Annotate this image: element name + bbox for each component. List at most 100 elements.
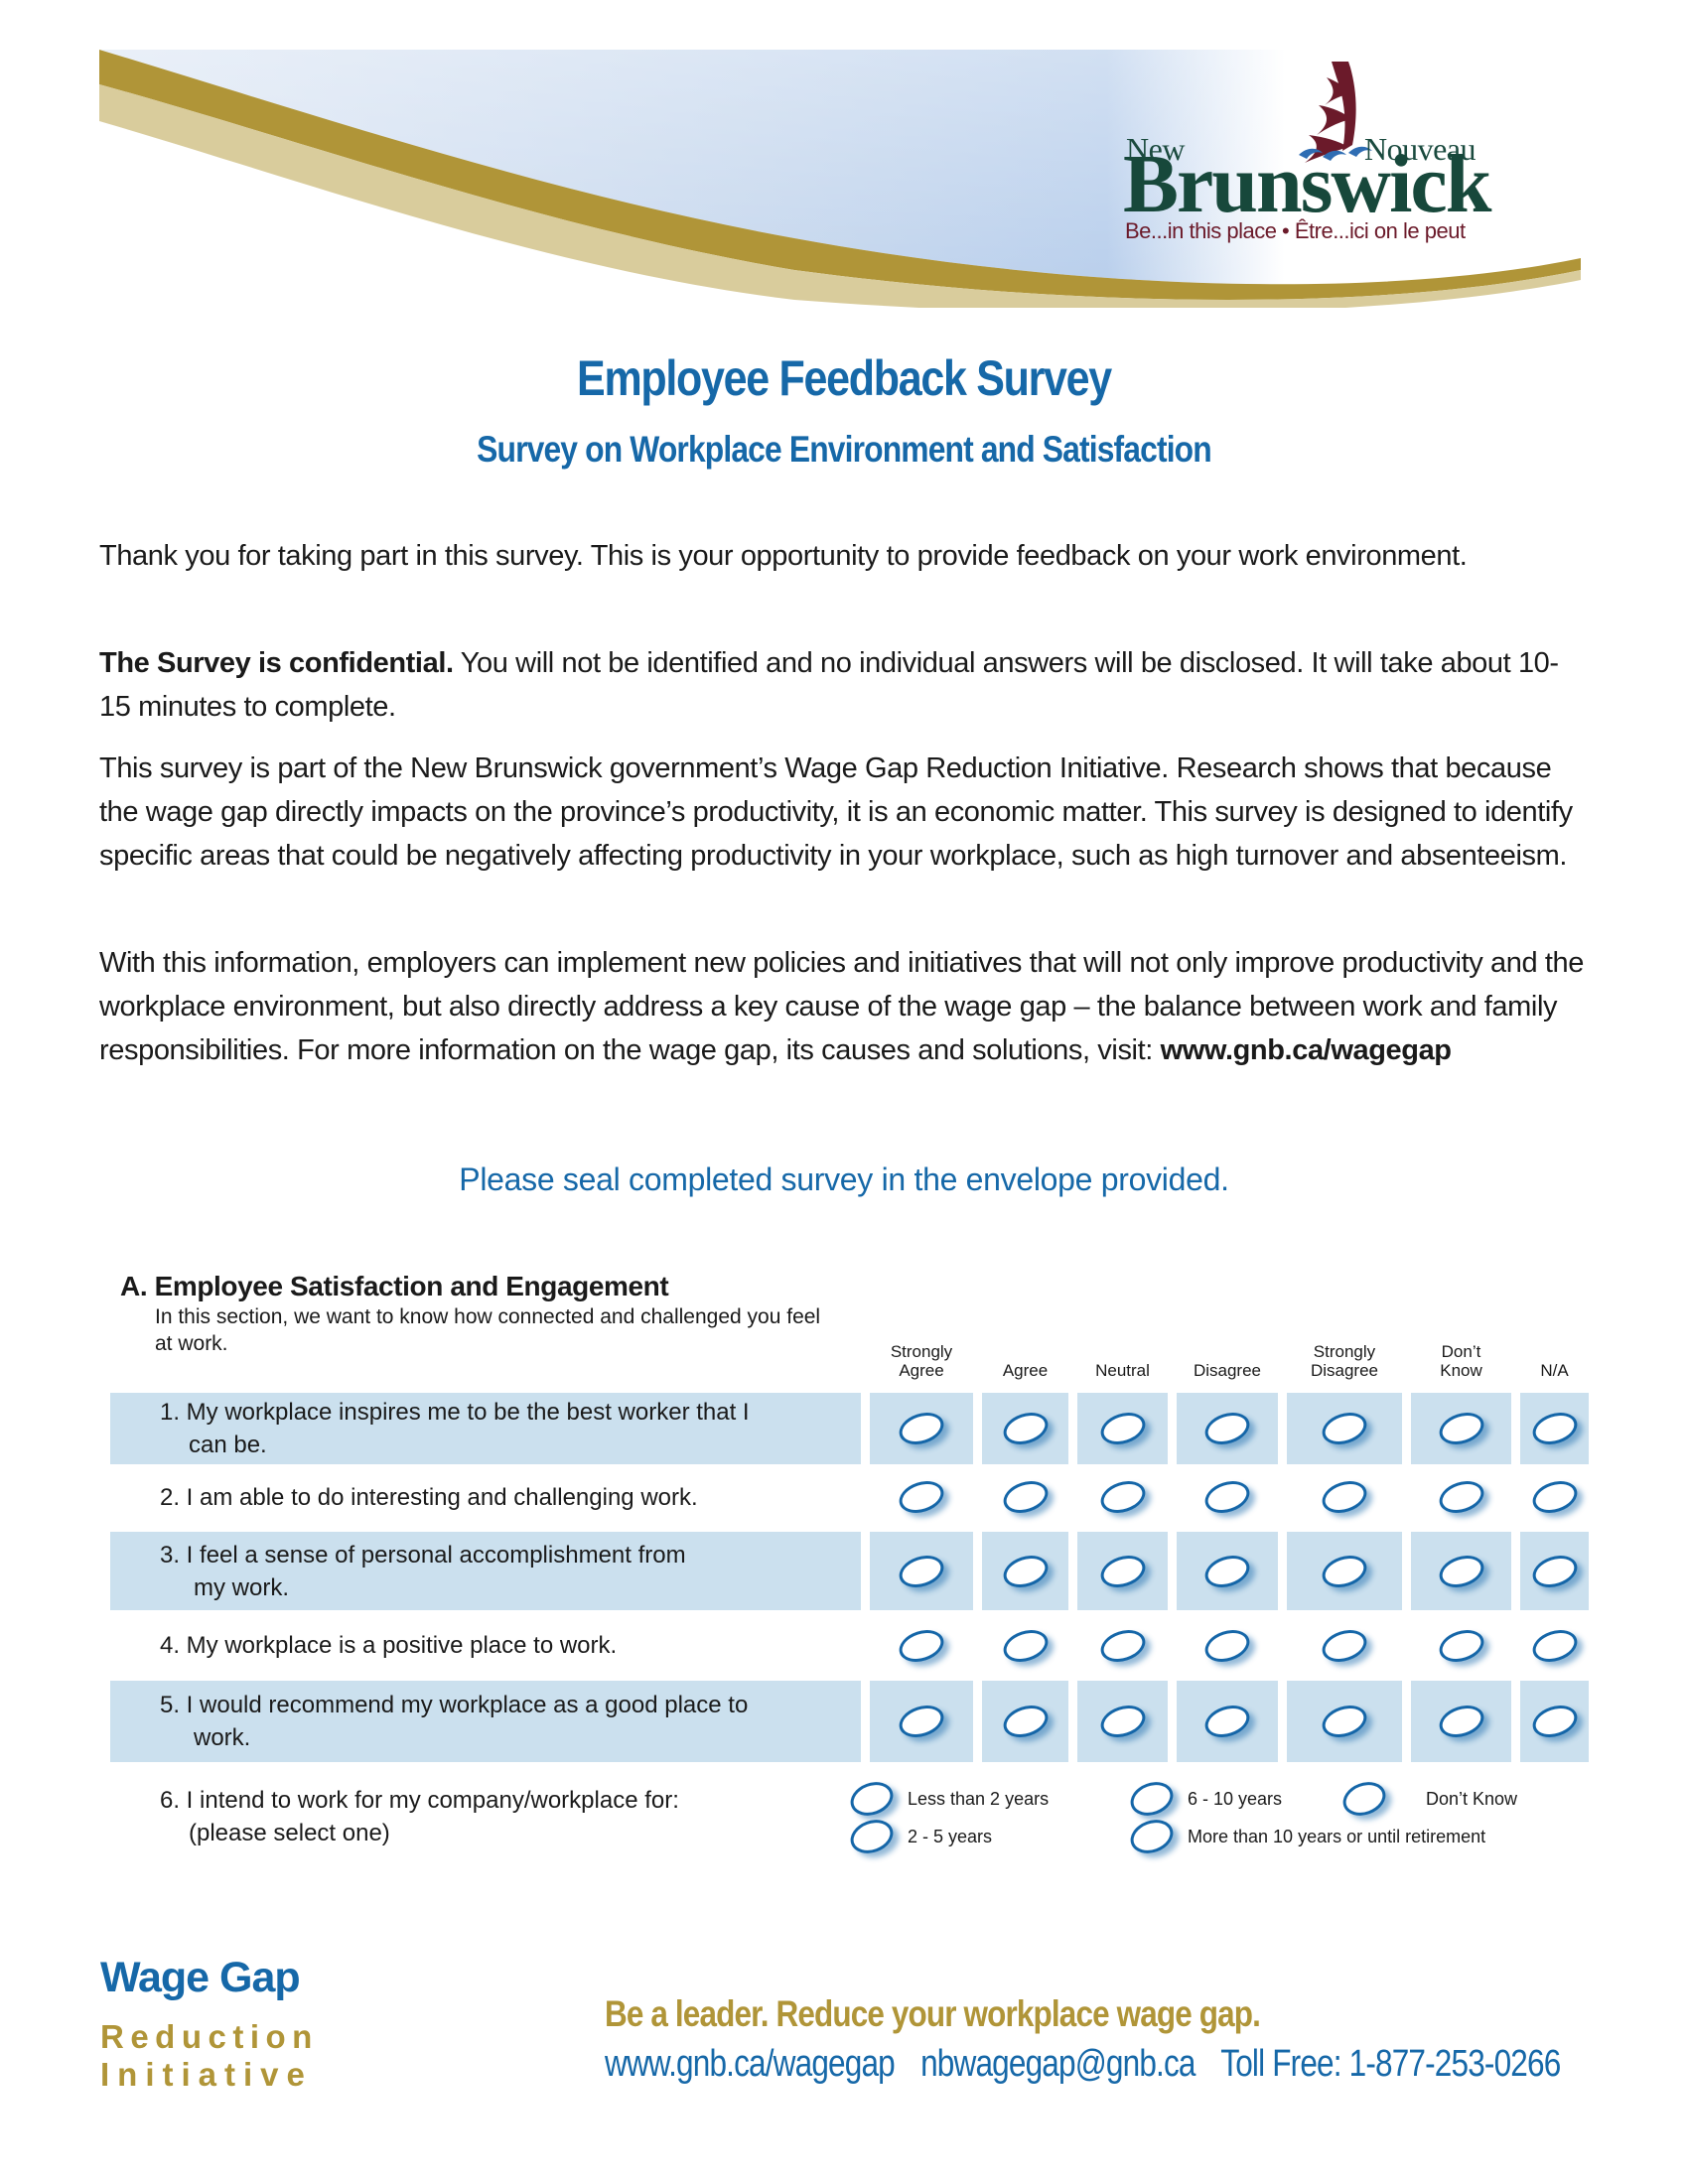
radio-oval[interactable]	[998, 1475, 1053, 1519]
q6-option-dont-know[interactable]: Don’t Know	[1337, 1776, 1518, 1822]
radio-oval[interactable]	[895, 1550, 948, 1592]
radio-oval[interactable]	[1318, 1700, 1371, 1743]
q5-option-cell[interactable]	[1177, 1681, 1278, 1762]
footer-phone: Toll Free: 1-877-253-0266	[1220, 2043, 1561, 2085]
radio-oval[interactable]	[1527, 1700, 1582, 1743]
q3-option-cell[interactable]	[1411, 1532, 1511, 1610]
question-text: 5. I would recommend my workplace as a g…	[160, 1692, 749, 1718]
q4-option-cell[interactable]	[1520, 1618, 1589, 1673]
q4-option-cell[interactable]	[982, 1618, 1068, 1673]
radio-oval[interactable]	[1434, 1550, 1488, 1592]
wage-gap-logo-title: Wage Gap	[100, 1954, 301, 2001]
radio-oval[interactable]	[1200, 1700, 1254, 1743]
radio-oval[interactable]	[1200, 1475, 1254, 1519]
q5-option-cell[interactable]	[1077, 1681, 1168, 1762]
q3-option-cell[interactable]	[1287, 1532, 1402, 1610]
q2-option-cell[interactable]	[1077, 1470, 1168, 1524]
radio-oval[interactable]	[1095, 1407, 1150, 1450]
wagegap-link[interactable]: www.gnb.ca/wagegap	[1161, 1034, 1452, 1066]
radio-oval[interactable]	[1125, 1776, 1179, 1822]
q1-option-cell[interactable]	[1177, 1393, 1278, 1464]
q5-option-cell[interactable]	[870, 1681, 973, 1762]
q6-option-6-10-years[interactable]: 6 - 10 years	[1125, 1776, 1282, 1822]
q1-option-cell[interactable]	[1520, 1393, 1589, 1464]
radio-oval[interactable]	[895, 1700, 948, 1743]
radio-oval[interactable]	[1434, 1624, 1488, 1667]
radio-oval[interactable]	[1337, 1776, 1391, 1822]
radio-oval[interactable]	[998, 1700, 1053, 1743]
radio-oval[interactable]	[895, 1407, 948, 1450]
radio-oval[interactable]	[1434, 1700, 1488, 1743]
column-header-line1: Don’t	[1441, 1342, 1481, 1361]
column-header: Strongly Agree	[860, 1320, 983, 1380]
column-header-line2: N/A	[1540, 1361, 1569, 1380]
q3-option-cell[interactable]	[1520, 1532, 1589, 1610]
radio-oval[interactable]	[1200, 1624, 1254, 1667]
radio-oval[interactable]	[895, 1624, 948, 1667]
radio-oval[interactable]	[1527, 1407, 1582, 1450]
radio-oval[interactable]	[1318, 1550, 1371, 1592]
q2-option-cell[interactable]	[1411, 1470, 1511, 1524]
radio-oval[interactable]	[1200, 1407, 1254, 1450]
q5-option-cell[interactable]	[1520, 1681, 1589, 1762]
q6-option-less-than-2-years[interactable]: Less than 2 years	[845, 1776, 1049, 1822]
q5-option-cell[interactable]	[982, 1681, 1068, 1762]
q4-option-cell[interactable]	[1077, 1618, 1168, 1673]
radio-oval[interactable]	[1434, 1407, 1488, 1450]
q3-option-cell[interactable]	[982, 1532, 1068, 1610]
radio-oval[interactable]	[998, 1550, 1053, 1592]
q6-option-more-than-10-years[interactable]: More than 10 years or until retirement	[1125, 1814, 1485, 1859]
question-text-continued: work.	[194, 1724, 251, 1751]
radio-oval[interactable]	[845, 1776, 899, 1822]
q2-option-cell[interactable]	[982, 1470, 1068, 1524]
q6-option-label: Don’t Know	[1426, 1788, 1518, 1809]
question-text: 3. I feel a sense of personal accomplish…	[160, 1541, 686, 1569]
radio-oval[interactable]	[1318, 1475, 1371, 1519]
q1-option-cell[interactable]	[982, 1393, 1068, 1464]
q3-option-cell[interactable]	[870, 1532, 973, 1610]
radio-oval[interactable]	[1434, 1475, 1488, 1519]
q1-option-cell[interactable]	[1287, 1393, 1402, 1464]
q4-option-cell[interactable]	[1177, 1618, 1278, 1673]
radio-oval[interactable]	[895, 1475, 948, 1519]
footer-website-link[interactable]: www.gnb.ca/wagegap	[605, 2043, 896, 2085]
new-brunswick-logo: New Nouveau Brunswick Be...in this place…	[1123, 60, 1580, 243]
radio-oval[interactable]	[1095, 1624, 1150, 1667]
q6-option-label: 2 - 5 years	[908, 1826, 993, 1846]
question-6-text: 6. I intend to work for my company/workp…	[160, 1787, 679, 1814]
q5-option-cell[interactable]	[1287, 1681, 1402, 1762]
radio-oval[interactable]	[1318, 1407, 1371, 1450]
q3-option-cell[interactable]	[1177, 1532, 1278, 1610]
radio-oval[interactable]	[1318, 1624, 1371, 1667]
radio-oval[interactable]	[1095, 1475, 1150, 1519]
radio-oval[interactable]	[1200, 1550, 1254, 1592]
intro-paragraph-confidential: The Survey is confidential. You will not…	[99, 641, 1589, 729]
logo-tagline: Be...in this place • Être...ici on le pe…	[1125, 218, 1466, 243]
q2-option-cell[interactable]	[1177, 1470, 1278, 1524]
radio-oval[interactable]	[845, 1814, 899, 1859]
q4-option-cell[interactable]	[870, 1618, 973, 1673]
q2-option-cell[interactable]	[1520, 1470, 1589, 1524]
radio-oval[interactable]	[1527, 1550, 1582, 1592]
q1-option-cell[interactable]	[1411, 1393, 1511, 1464]
intro-paragraph-thanks: Thank you for taking part in this survey…	[99, 540, 1468, 572]
radio-oval[interactable]	[998, 1624, 1053, 1667]
radio-oval[interactable]	[1125, 1814, 1179, 1859]
intro-paragraph-purpose: This survey is part of the New Brunswick…	[99, 752, 1573, 872]
q2-option-cell[interactable]	[870, 1470, 973, 1524]
radio-oval[interactable]	[1095, 1700, 1150, 1743]
q6-option-2-5-years[interactable]: 2 - 5 years	[845, 1814, 993, 1859]
radio-oval[interactable]	[998, 1407, 1053, 1450]
q5-option-cell[interactable]	[1411, 1681, 1511, 1762]
footer-email-link[interactable]: nbwagegap@gnb.ca	[920, 2043, 1196, 2085]
q3-option-cell[interactable]	[1077, 1532, 1168, 1610]
q4-option-cell[interactable]	[1287, 1618, 1402, 1673]
radio-oval[interactable]	[1527, 1624, 1582, 1667]
q1-option-cell[interactable]	[870, 1393, 973, 1464]
q2-option-cell[interactable]	[1287, 1470, 1402, 1524]
question-text: 4. My workplace is a positive place to w…	[160, 1632, 618, 1659]
radio-oval[interactable]	[1527, 1475, 1582, 1519]
q1-option-cell[interactable]	[1077, 1393, 1168, 1464]
q4-option-cell[interactable]	[1411, 1618, 1511, 1673]
radio-oval[interactable]	[1095, 1550, 1150, 1592]
